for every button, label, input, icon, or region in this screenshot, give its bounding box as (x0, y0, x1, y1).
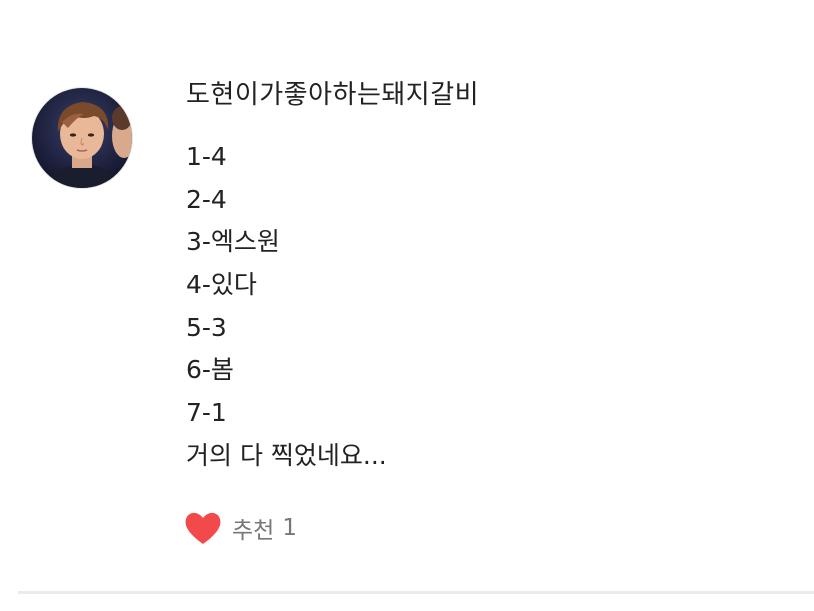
recommend-count: 1 (282, 515, 297, 541)
comment-line: 거의 다 찍었네요... (186, 440, 387, 470)
comment-line: 4-있다 (186, 270, 257, 300)
comment-line: 5-3 (186, 312, 227, 342)
recommend-button[interactable]: 추천 1 (184, 508, 297, 548)
divider (18, 591, 814, 594)
comment-line: 6-봄 (186, 355, 234, 385)
author-name[interactable]: 도현이가좋아하는돼지갈비 (186, 78, 479, 112)
recommend-label: 추천 (232, 518, 275, 544)
comment-item: 도현이가좋아하는돼지갈비 1-4 2-4 3-엑스원 4-있다 5-3 6-봄 … (0, 0, 814, 611)
comment-line: 2-4 (186, 184, 227, 214)
heart-icon (185, 512, 221, 544)
comment-line: 7-1 (186, 398, 227, 428)
comment-body: 1-4 2-4 3-엑스원 4-있다 5-3 6-봄 7-1 거의 다 찍었네요… (186, 136, 746, 478)
avatar[interactable] (32, 88, 132, 188)
comment-line: 1-4 (186, 142, 227, 171)
comment-line: 3-엑스원 (186, 227, 280, 257)
avatar-image (32, 88, 132, 188)
